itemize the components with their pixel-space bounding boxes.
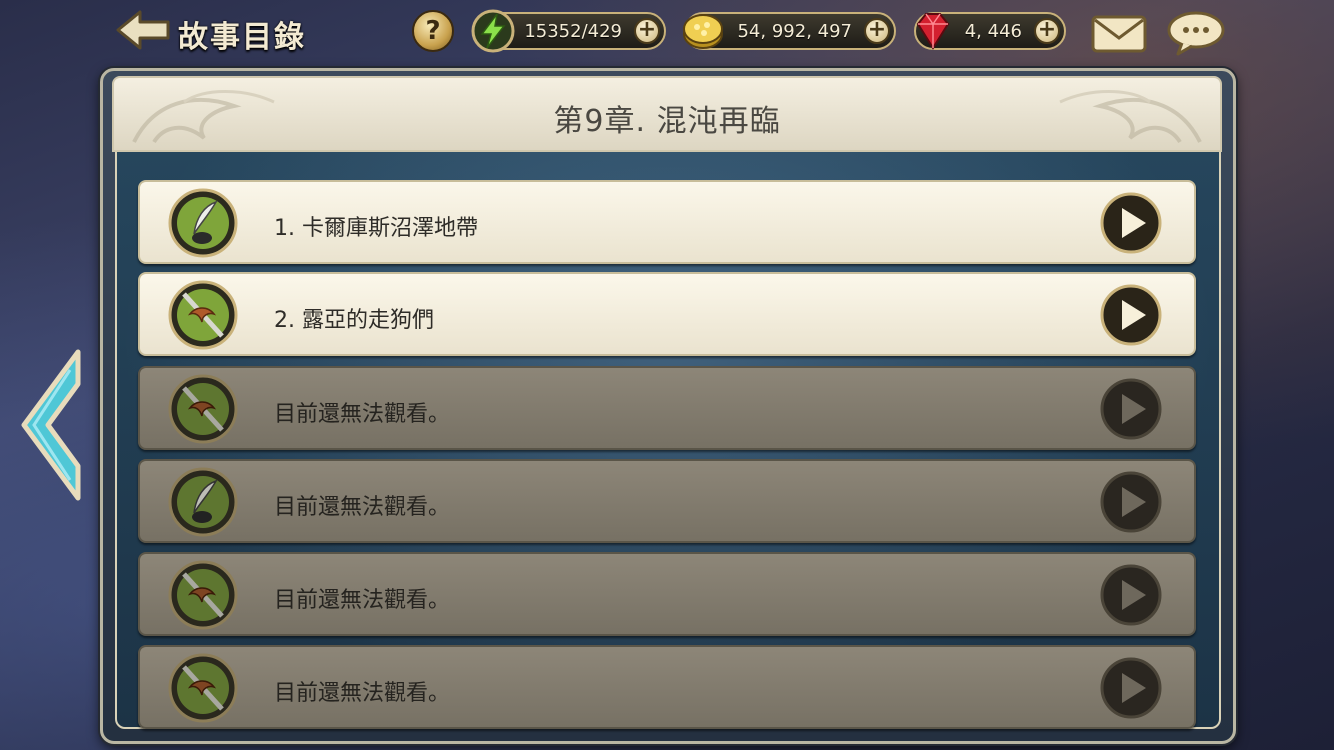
gold-coin-icon	[683, 14, 723, 49]
sword-wings-icon	[168, 280, 238, 350]
gem-counter: 4, 446 +	[914, 12, 1066, 50]
story-title: 目前還無法觀看。	[274, 495, 451, 520]
help-button[interactable]: ?	[412, 10, 454, 52]
play-button-icon	[1100, 378, 1162, 440]
story-row-1[interactable]: 1. 卡爾庫斯沼澤地帶	[138, 180, 1196, 264]
play-button-icon	[1100, 564, 1162, 626]
sword-wings-icon	[168, 374, 238, 444]
chapter-header: 第9章. 混沌再臨	[112, 76, 1222, 152]
gem-value: 4, 446	[964, 21, 1022, 42]
lightning-icon	[471, 9, 515, 53]
page-title: 故事目錄	[178, 20, 306, 55]
add-gems-button[interactable]: +	[1034, 18, 1060, 44]
play-button-icon[interactable]	[1100, 192, 1162, 254]
previous-chapter-arrow-icon[interactable]	[18, 348, 84, 502]
story-title: 1. 卡爾庫斯沼澤地帶	[274, 216, 478, 241]
sword-wings-icon	[168, 560, 238, 630]
quill-inkpot-icon	[168, 188, 238, 258]
ruby-gem-icon	[916, 13, 950, 50]
add-energy-button[interactable]: +	[634, 18, 660, 44]
play-button-icon[interactable]	[1100, 284, 1162, 346]
story-row-2[interactable]: 2. 露亞的走狗們	[138, 272, 1196, 356]
sword-wings-icon	[168, 653, 238, 723]
gold-value: 54, 992, 497	[737, 21, 852, 42]
energy-value: 15352/429	[524, 21, 622, 42]
play-button-icon	[1100, 471, 1162, 533]
story-row-3: 目前還無法觀看。	[138, 366, 1196, 450]
story-row-6: 目前還無法觀看。	[138, 645, 1196, 729]
story-title: 目前還無法觀看。	[274, 402, 451, 427]
story-title: 目前還無法觀看。	[274, 588, 451, 613]
story-row-4: 目前還無法觀看。	[138, 459, 1196, 543]
chat-bubble-icon[interactable]	[1166, 10, 1226, 56]
play-button-icon	[1100, 657, 1162, 719]
story-title: 目前還無法觀看。	[274, 681, 451, 706]
back-arrow-icon[interactable]	[116, 10, 172, 50]
story-row-5: 目前還無法觀看。	[138, 552, 1196, 636]
story-title: 2. 露亞的走狗們	[274, 308, 434, 333]
gold-counter: 54, 992, 497 +	[683, 12, 896, 50]
add-gold-button[interactable]: +	[864, 18, 890, 44]
quill-inkpot-icon	[168, 467, 238, 537]
mail-icon[interactable]	[1090, 12, 1148, 54]
energy-counter: 15352/429 +	[471, 9, 666, 53]
ornament-right-icon	[1059, 90, 1202, 144]
